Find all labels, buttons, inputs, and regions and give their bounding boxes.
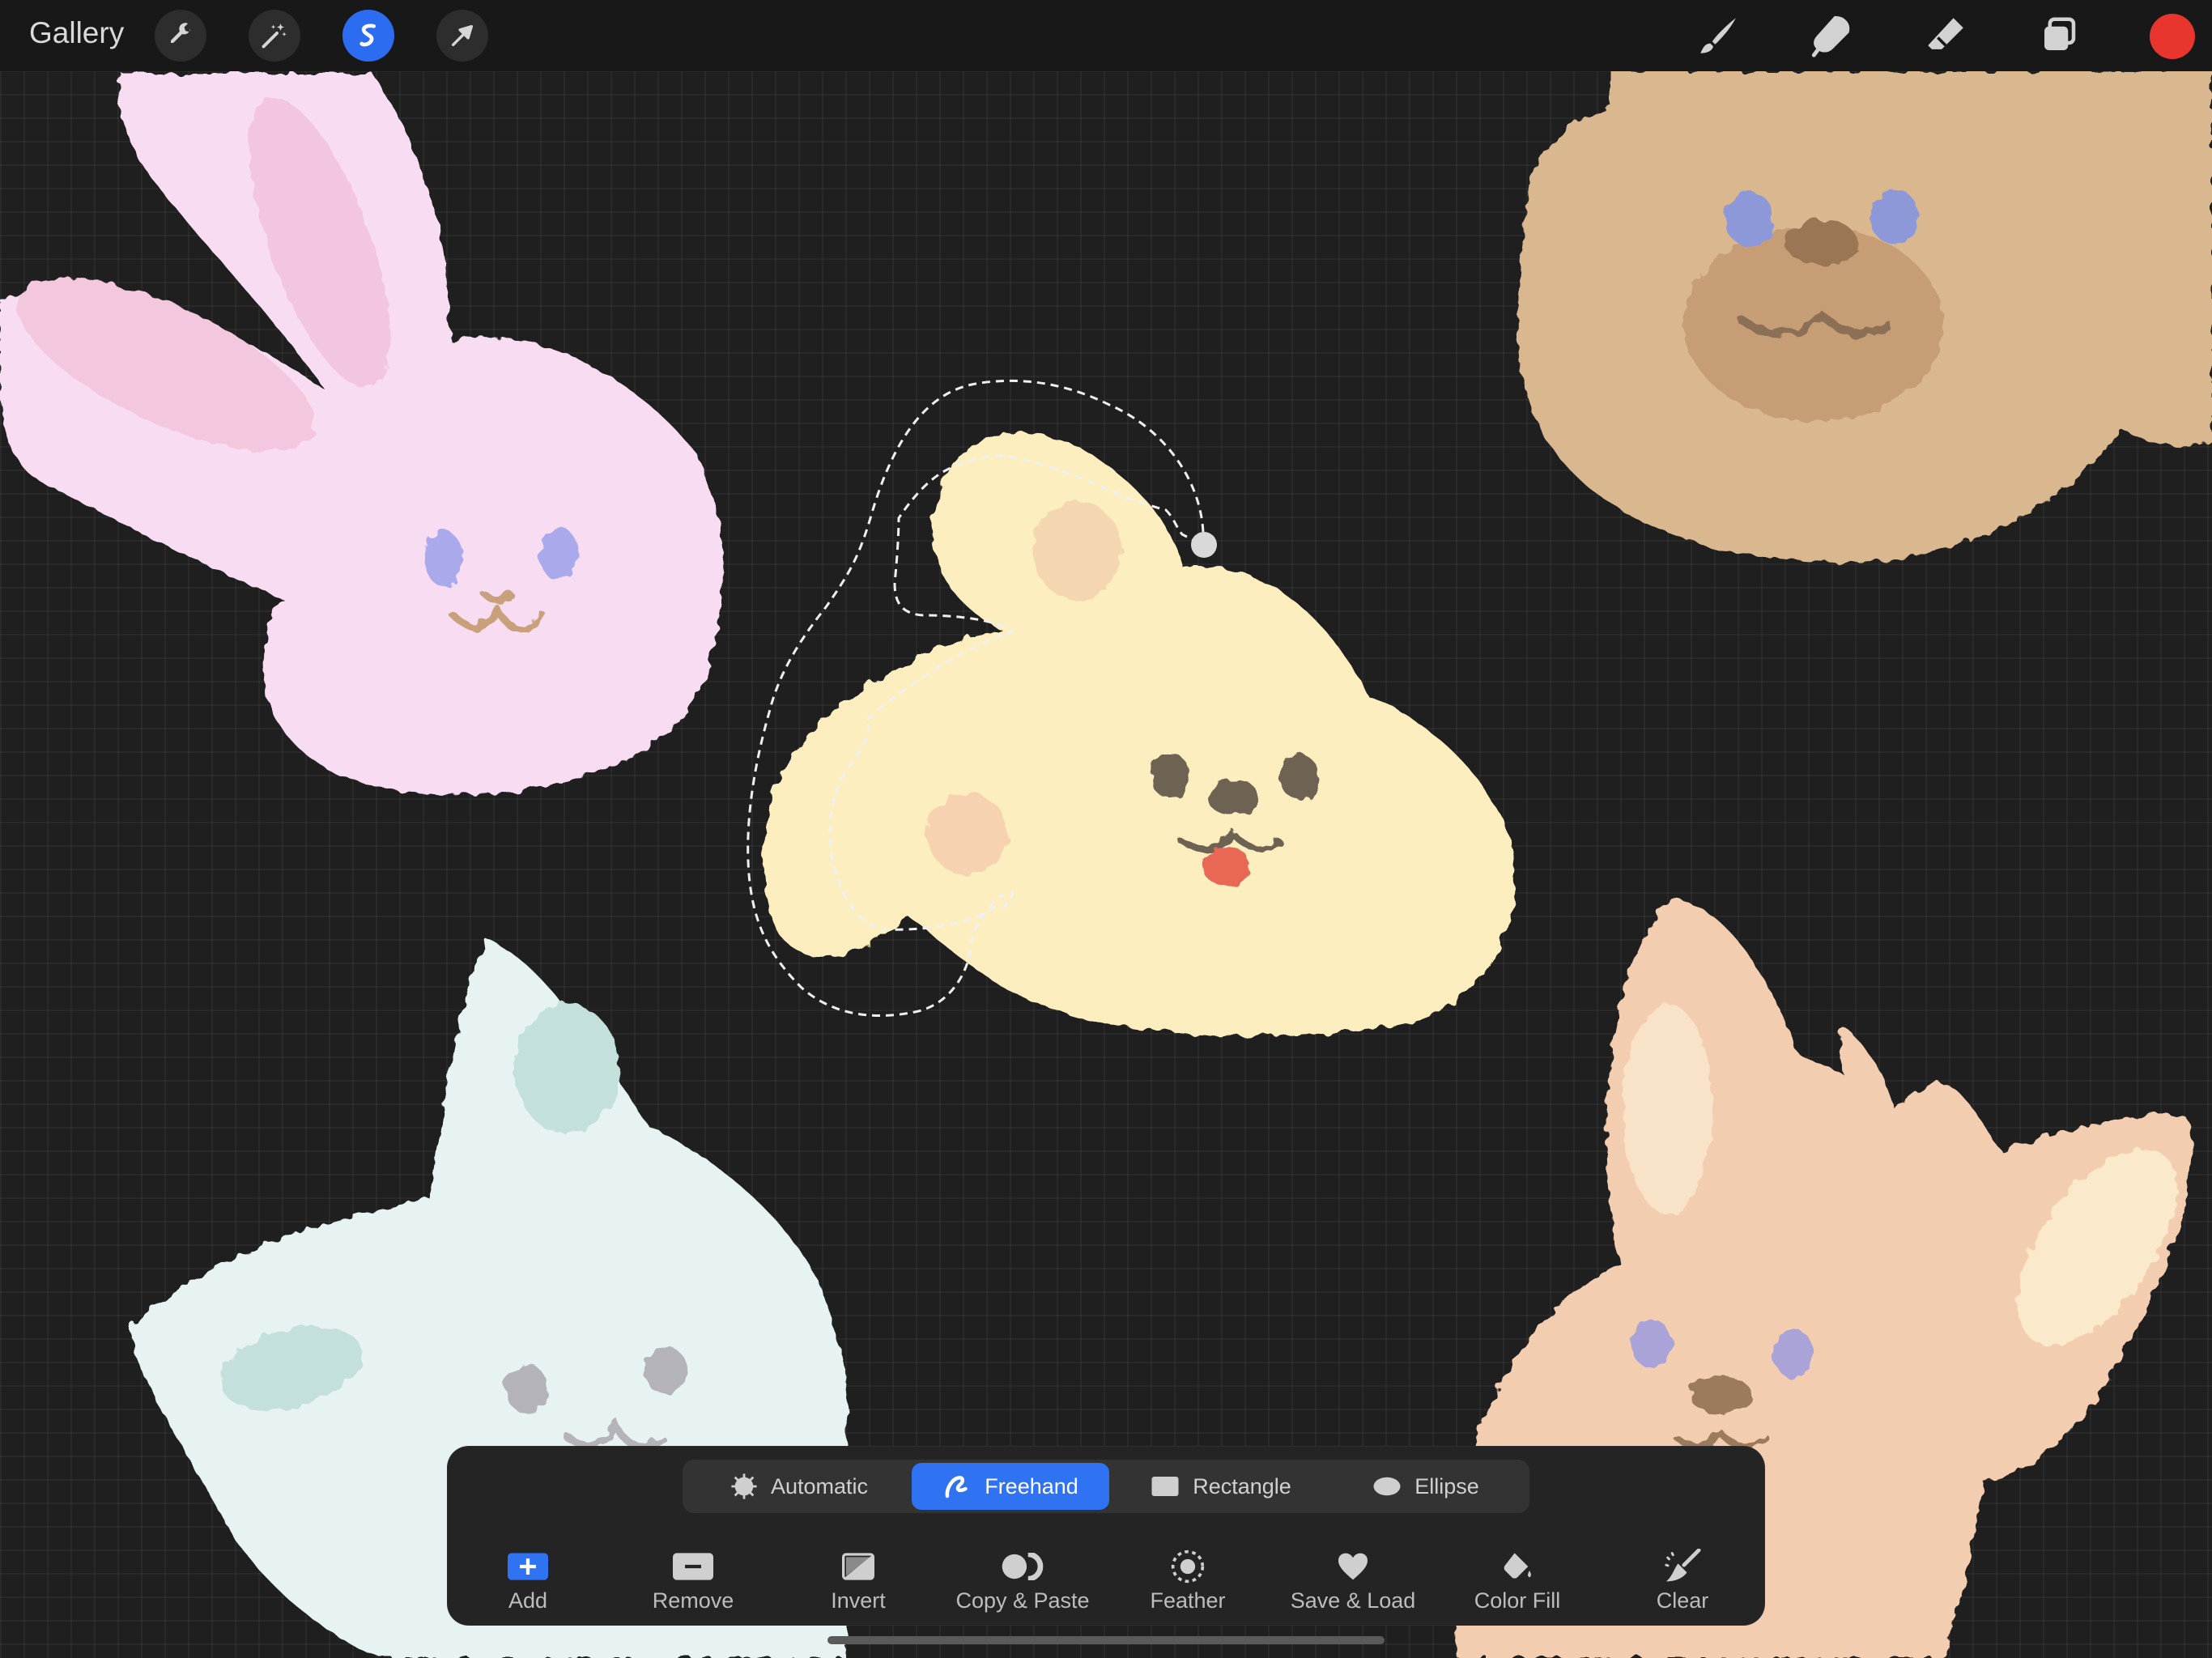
remove-label: Remove <box>652 1588 734 1613</box>
transform-arrow-icon <box>451 24 474 47</box>
feather-label: Feather <box>1150 1588 1226 1613</box>
add-icon <box>508 1553 548 1580</box>
brush-button[interactable] <box>1694 11 1742 60</box>
mode-rectangle-label: Rectangle <box>1193 1473 1291 1499</box>
smudge-icon <box>1811 15 1850 57</box>
selection-s-icon <box>359 23 376 47</box>
add-label: Add <box>508 1588 548 1613</box>
mode-automatic-label: Automatic <box>770 1473 869 1499</box>
copy-paste-button[interactable]: Copy & Paste <box>942 1546 1104 1613</box>
adjustments-wand-button[interactable] <box>249 10 300 62</box>
dog-drawing <box>763 432 1515 1036</box>
mode-automatic[interactable]: Automatic <box>689 1463 909 1510</box>
clear-label: Clear <box>1656 1588 1709 1613</box>
selection-tool-button[interactable] <box>342 10 394 62</box>
top-toolbar: Gallery <box>0 0 2212 71</box>
automatic-icon <box>731 1473 757 1499</box>
clear-button[interactable]: Clear <box>1602 1546 1763 1613</box>
ellipse-icon <box>1373 1477 1401 1496</box>
layers-button[interactable] <box>2035 11 2083 60</box>
feather-button[interactable]: Feather <box>1107 1546 1269 1613</box>
remove-icon <box>673 1553 713 1580</box>
freehand-icon <box>945 1476 968 1499</box>
magic-wand-icon <box>262 23 287 49</box>
selection-mode-bar: Automatic Freehand Rectangle Ellipse <box>683 1460 1529 1513</box>
actions-wrench-button[interactable] <box>155 10 206 62</box>
remove-button[interactable]: Remove <box>612 1546 774 1613</box>
mode-rectangle[interactable]: Rectangle <box>1120 1463 1322 1510</box>
mode-freehand-label: Freehand <box>985 1473 1078 1499</box>
mode-ellipse-label: Ellipse <box>1414 1473 1479 1499</box>
smudge-button[interactable] <box>1807 11 1856 60</box>
bunny-drawing <box>0 73 723 795</box>
color-fill-label: Color Fill <box>1474 1588 1561 1613</box>
color-fill-button[interactable]: Color Fill <box>1436 1546 1598 1613</box>
color-fill-icon <box>1504 1553 1531 1579</box>
heart-icon <box>1338 1553 1368 1580</box>
rectangle-icon <box>1151 1477 1179 1496</box>
gallery-button[interactable]: Gallery <box>29 16 124 50</box>
feather-icon <box>1171 1550 1205 1584</box>
invert-label: Invert <box>831 1588 886 1613</box>
transform-button[interactable] <box>436 10 488 62</box>
mode-ellipse[interactable]: Ellipse <box>1330 1463 1521 1510</box>
home-indicator[interactable] <box>827 1636 1385 1644</box>
brush-icon <box>1700 18 1736 53</box>
mode-freehand[interactable]: Freehand <box>912 1463 1109 1510</box>
eraser-button[interactable] <box>1921 11 1970 60</box>
color-picker-button[interactable] <box>2150 14 2195 59</box>
add-button[interactable]: Add <box>447 1546 609 1613</box>
artwork <box>0 71 2212 1658</box>
copy-paste-icon <box>1002 1553 1044 1580</box>
wrench-icon <box>171 23 190 43</box>
bear-drawing <box>1517 71 2212 563</box>
save-load-label: Save & Load <box>1290 1588 1416 1613</box>
eraser-icon <box>1928 18 1963 49</box>
invert-button[interactable]: Invert <box>777 1546 939 1613</box>
clear-icon <box>1665 1549 1701 1582</box>
invert-icon <box>842 1553 874 1580</box>
copy-paste-label: Copy & Paste <box>955 1588 1090 1613</box>
save-load-button[interactable]: Save & Load <box>1272 1546 1434 1613</box>
selection-panel: Automatic Freehand Rectangle Ellipse Add… <box>448 1447 1764 1625</box>
layers-icon <box>2044 17 2076 50</box>
